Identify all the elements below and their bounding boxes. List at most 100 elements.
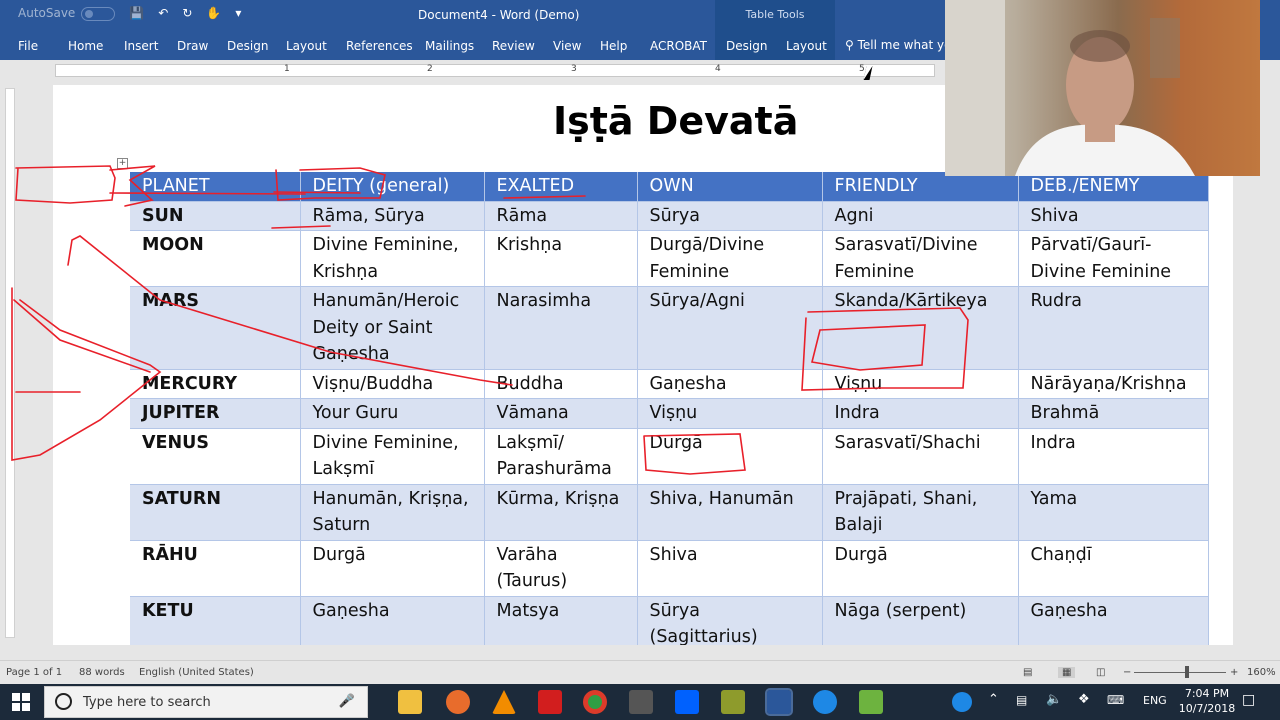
table-cell[interactable]: SUN	[130, 201, 301, 231]
table-cell[interactable]: Indra	[1018, 428, 1209, 484]
read-mode-icon[interactable]: ▤	[1023, 667, 1032, 678]
table-cell[interactable]: Durgā	[637, 428, 823, 484]
table-cell[interactable]: Pārvatī/Gaurī-Divine Feminine	[1018, 230, 1209, 287]
table-cell[interactable]: KETU	[130, 596, 301, 645]
tab-table-layout[interactable]: Layout	[775, 32, 835, 60]
table-cell[interactable]: Varāha (Taurus)	[484, 540, 638, 596]
app-icon[interactable]	[446, 690, 470, 714]
redo-icon[interactable]: ↻	[182, 6, 192, 20]
table-cell[interactable]: SATURN	[130, 484, 301, 540]
table-cell[interactable]: Gaṇesha	[300, 596, 485, 645]
app-icon[interactable]	[859, 690, 883, 714]
table-cell[interactable]: Gaṇesha	[637, 369, 823, 399]
system-clock[interactable]: 7:04 PM 10/7/2018	[1178, 686, 1236, 716]
table-cell[interactable]: Vāmana	[484, 398, 638, 428]
vertical-ruler[interactable]	[0, 82, 20, 644]
table-cell[interactable]: Brahmā	[1018, 398, 1209, 428]
word-icon[interactable]	[765, 688, 793, 716]
table-cell[interactable]: MERCURY	[130, 369, 301, 399]
tell-me-search[interactable]: ⚲ Tell me what yo	[845, 38, 951, 52]
print-layout-icon[interactable]: ▦	[1058, 667, 1076, 678]
zoom-level[interactable]: 160%	[1247, 667, 1276, 678]
table-cell[interactable]: Kūrma, Kriṣṇa	[484, 484, 638, 540]
tab-references[interactable]: References	[346, 39, 413, 53]
table-cell[interactable]: Shiva	[1018, 201, 1209, 231]
table-header-cell[interactable]: EXALTED	[484, 172, 638, 201]
tab-design[interactable]: Design	[227, 39, 268, 53]
chevron-up-icon[interactable]: ⌃	[988, 692, 999, 707]
table-cell[interactable]: Nāga (serpent)	[822, 596, 1019, 645]
table-header-cell[interactable]: DEB./ENEMY	[1018, 172, 1209, 201]
keyboard-icon[interactable]: ⌨	[1107, 693, 1124, 707]
tab-layout[interactable]: Layout	[286, 39, 327, 53]
table-cell[interactable]: MARS	[130, 286, 301, 369]
acrobat-icon[interactable]	[538, 690, 562, 714]
table-cell[interactable]: Viṣṇu	[637, 398, 823, 428]
taskbar-search-box[interactable]: Type here to search 🎤	[44, 686, 368, 718]
input-language[interactable]: ENG	[1143, 694, 1167, 707]
table-cell[interactable]: Shiva	[637, 540, 823, 596]
help-icon[interactable]	[952, 692, 972, 712]
table-cell[interactable]: Lakṣmī/ Parashurāma	[484, 428, 638, 484]
table-cell[interactable]: Gaṇesha	[1018, 596, 1209, 645]
table-cell[interactable]: Rudra	[1018, 286, 1209, 369]
table-cell[interactable]: Viṣṇu	[822, 369, 1019, 399]
language-status[interactable]: English (United States)	[139, 667, 254, 678]
tab-file[interactable]: File	[18, 39, 38, 53]
table-cell[interactable]: Prajāpati, Shani, Balaji	[822, 484, 1019, 540]
table-cell[interactable]: Sarasvatī/Divine Feminine	[822, 230, 1019, 287]
zoom-slider-thumb[interactable]	[1185, 666, 1189, 678]
table-cell[interactable]: Viṣṇu/Buddha	[300, 369, 485, 399]
chrome-icon[interactable]	[583, 690, 607, 714]
table-cell[interactable]: Durgā/Divine Feminine	[637, 230, 823, 287]
table-cell[interactable]: Sūrya	[637, 201, 823, 231]
tab-review[interactable]: Review	[492, 39, 535, 53]
zoom-in-icon[interactable]: +	[1230, 667, 1238, 678]
table-cell[interactable]: Buddha	[484, 369, 638, 399]
table-header-cell[interactable]: OWN	[637, 172, 823, 201]
table-cell[interactable]: Narasimha	[484, 286, 638, 369]
page-count[interactable]: Page 1 of 1	[6, 667, 62, 678]
table-cell[interactable]: Durgā	[822, 540, 1019, 596]
tab-view[interactable]: View	[553, 39, 581, 53]
table-cell[interactable]: VENUS	[130, 428, 301, 484]
save-icon[interactable]: 💾	[129, 6, 144, 20]
zoom-out-icon[interactable]: −	[1123, 667, 1131, 678]
network-icon[interactable]: ▤	[1016, 693, 1027, 707]
table-cell[interactable]: Divine Feminine, Krishṇa	[300, 230, 485, 287]
table-cell[interactable]: Your Guru	[300, 398, 485, 428]
undo-icon[interactable]: ↶	[158, 6, 168, 20]
table-cell[interactable]: JUPITER	[130, 398, 301, 428]
table-cell[interactable]: Rāma	[484, 201, 638, 231]
table-cell[interactable]: Indra	[822, 398, 1019, 428]
browser-icon[interactable]	[813, 690, 837, 714]
notifications-icon[interactable]: □	[1242, 692, 1255, 708]
app-icon[interactable]	[721, 690, 745, 714]
table-cell[interactable]: Yama	[1018, 484, 1209, 540]
customize-qat-icon[interactable]: ▾	[235, 6, 241, 20]
dropbox-icon[interactable]	[675, 690, 699, 714]
tab-draw[interactable]: Draw	[177, 39, 208, 53]
calculator-icon[interactable]	[629, 690, 653, 714]
zoom-slider[interactable]	[1134, 672, 1226, 673]
web-layout-icon[interactable]: ◫	[1096, 667, 1105, 678]
table-cell[interactable]: Sūrya (Sagittarius)	[637, 596, 823, 645]
windows-start-icon[interactable]	[12, 693, 30, 711]
table-cell[interactable]: Agni	[822, 201, 1019, 231]
touch-mode-icon[interactable]: ✋	[206, 6, 221, 20]
file-explorer-icon[interactable]	[398, 690, 422, 714]
table-cell[interactable]: Hanumān/Heroic Deity or Saint Gaṇesha	[300, 286, 485, 369]
word-count[interactable]: 88 words	[79, 667, 125, 678]
table-cell[interactable]: Shiva, Hanumān	[637, 484, 823, 540]
table-cell[interactable]: RĀHU	[130, 540, 301, 596]
table-cell[interactable]: Chaṇḍī	[1018, 540, 1209, 596]
tab-insert[interactable]: Insert	[124, 39, 158, 53]
vlc-icon[interactable]	[492, 690, 516, 714]
table-cell[interactable]: Sarasvatī/Shachi	[822, 428, 1019, 484]
dropbox-tray-icon[interactable]: ❖	[1078, 692, 1090, 707]
autosave-label[interactable]: AutoSave	[18, 6, 116, 21]
table-cell[interactable]: Durgā	[300, 540, 485, 596]
volume-icon[interactable]: 🔈	[1046, 692, 1062, 707]
microphone-icon[interactable]: 🎤	[339, 694, 355, 709]
tab-help[interactable]: Help	[600, 39, 627, 53]
